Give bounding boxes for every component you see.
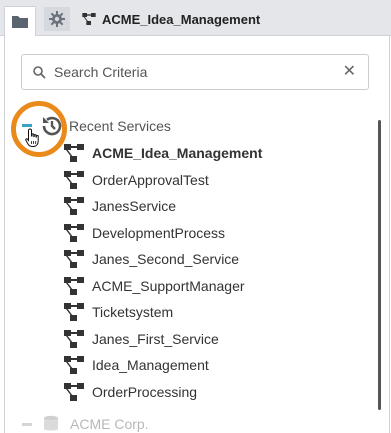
folder-tab[interactable] — [4, 6, 36, 36]
history-icon — [42, 116, 62, 136]
search-icon — [33, 66, 46, 79]
list-item[interactable]: Janes_Second_Service — [64, 246, 364, 273]
tree-node-label: ACME Corp. — [70, 416, 149, 432]
settings-tab[interactable] — [44, 7, 70, 31]
recent-services-list: ACME_Idea_Management OrderApprovalTest J… — [64, 140, 364, 405]
service-icon — [82, 13, 96, 25]
service-label: Ticketsystem — [92, 304, 174, 321]
service-label: JanesService — [92, 198, 177, 215]
service-label: DevelopmentProcess — [92, 224, 226, 241]
service-icon — [64, 329, 84, 348]
service-icon — [64, 356, 84, 375]
service-icon — [64, 197, 84, 216]
list-item[interactable]: ACME_SupportManager — [64, 273, 364, 300]
service-label: ACME_SupportManager — [92, 277, 245, 294]
list-item[interactable]: OrderProcessing — [64, 379, 364, 406]
folder-icon — [12, 16, 28, 28]
list-item[interactable]: Idea_Management — [64, 352, 364, 379]
clear-search-icon[interactable]: ✕ — [343, 64, 356, 80]
hand-cursor-icon — [25, 128, 39, 147]
service-icon — [64, 223, 84, 242]
service-label: Idea_Management — [92, 357, 209, 374]
service-label: Janes_Second_Service — [92, 251, 240, 268]
service-label: OrderProcessing — [92, 383, 198, 400]
page-title: ACME_Idea_Management — [102, 11, 261, 27]
recent-services-label: Recent Services — [69, 118, 171, 134]
service-icon — [64, 144, 84, 163]
service-label: Janes_First_Service — [92, 330, 219, 347]
search-placeholder: Search Criteria — [54, 64, 148, 80]
scrollbar[interactable] — [378, 120, 381, 410]
service-icon — [64, 250, 84, 269]
list-item[interactable]: OrderApprovalTest — [64, 167, 364, 194]
database-icon — [44, 415, 58, 431]
service-icon — [64, 276, 84, 295]
list-item[interactable]: JanesService — [64, 193, 364, 220]
tree-node-acme-corp[interactable]: ACME Corp. — [22, 414, 149, 433]
list-item[interactable]: Janes_First_Service — [64, 326, 364, 353]
service-icon — [64, 382, 84, 401]
service-icon — [64, 170, 84, 189]
gear-icon — [49, 11, 65, 27]
service-label: OrderApprovalTest — [92, 171, 209, 188]
top-tab-bar: ACME_Idea_Management — [0, 0, 391, 36]
search-input[interactable]: Search Criteria ✕ — [21, 54, 369, 90]
service-icon — [64, 303, 84, 322]
list-item[interactable]: ACME_Idea_Management — [64, 140, 364, 167]
collapse-recent-button[interactable] — [22, 124, 32, 127]
list-item[interactable]: DevelopmentProcess — [64, 220, 364, 247]
current-service-title: ACME_Idea_Management — [82, 9, 260, 29]
service-label: ACME_Idea_Management — [92, 145, 263, 162]
list-item[interactable]: Ticketsystem — [64, 299, 364, 326]
collapse-icon — [22, 422, 32, 426]
